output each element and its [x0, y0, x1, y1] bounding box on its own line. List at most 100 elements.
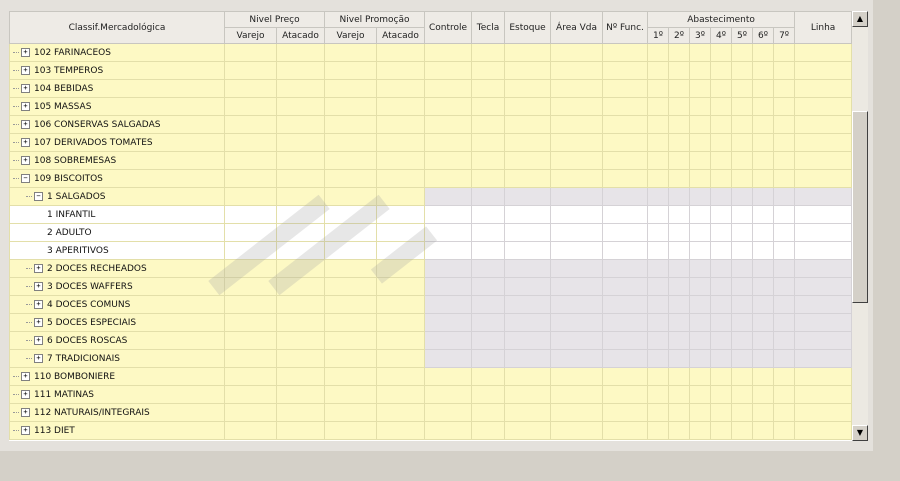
data-cell[interactable]	[689, 133, 712, 152]
data-cell[interactable]	[602, 313, 649, 332]
data-cell[interactable]	[668, 151, 691, 170]
table-row[interactable]: +7 TRADICIONAIS	[9, 349, 852, 368]
row-name-cell[interactable]: +2 DOCES RECHEADOS	[9, 259, 225, 278]
data-cell[interactable]	[376, 151, 426, 170]
data-cell[interactable]	[773, 349, 796, 368]
scroll-thumb[interactable]	[852, 111, 868, 303]
data-cell[interactable]	[689, 151, 712, 170]
data-cell[interactable]	[794, 331, 852, 350]
row-name-cell[interactable]: +110 BOMBONIERE	[9, 367, 225, 386]
col-header-day-1[interactable]: 1º	[647, 27, 670, 44]
data-cell[interactable]	[668, 223, 691, 242]
data-cell[interactable]	[471, 61, 506, 80]
col-header-tecla[interactable]: Tecla	[471, 11, 506, 44]
data-cell[interactable]	[668, 277, 691, 296]
data-cell[interactable]	[710, 43, 733, 62]
data-cell[interactable]	[424, 259, 473, 278]
expand-icon[interactable]: +	[21, 425, 30, 435]
data-cell[interactable]	[602, 385, 649, 404]
data-cell[interactable]	[471, 151, 506, 170]
data-cell[interactable]	[668, 97, 691, 116]
data-cell[interactable]	[550, 241, 604, 260]
data-cell[interactable]	[504, 421, 552, 440]
data-cell[interactable]	[794, 187, 852, 206]
data-cell[interactable]	[471, 187, 506, 206]
data-cell[interactable]	[504, 43, 552, 62]
data-cell[interactable]	[471, 241, 506, 260]
data-cell[interactable]	[731, 331, 754, 350]
data-cell[interactable]	[376, 61, 426, 80]
data-cell[interactable]	[224, 403, 277, 422]
data-cell[interactable]	[324, 79, 378, 98]
data-cell[interactable]	[424, 133, 473, 152]
data-cell[interactable]	[773, 205, 796, 224]
data-cell[interactable]	[794, 169, 852, 188]
data-cell[interactable]	[224, 151, 277, 170]
data-cell[interactable]	[689, 313, 712, 332]
table-row[interactable]: +106 CONSERVAS SALGADAS	[9, 115, 852, 134]
data-cell[interactable]	[504, 349, 552, 368]
data-cell[interactable]	[731, 313, 754, 332]
data-cell[interactable]	[471, 349, 506, 368]
data-cell[interactable]	[668, 187, 691, 206]
data-cell[interactable]	[731, 205, 754, 224]
data-cell[interactable]	[731, 421, 754, 440]
expand-icon[interactable]: +	[34, 317, 43, 327]
data-cell[interactable]	[602, 151, 649, 170]
vertical-scrollbar[interactable]: ▲ ▼	[852, 11, 868, 441]
data-cell[interactable]	[647, 367, 670, 386]
data-cell[interactable]	[773, 313, 796, 332]
col-header-day-6[interactable]: 6º	[752, 27, 775, 44]
data-cell[interactable]	[424, 421, 473, 440]
col-header-estoque[interactable]: Estoque	[504, 11, 552, 44]
data-cell[interactable]	[324, 331, 378, 350]
data-cell[interactable]	[602, 133, 649, 152]
data-cell[interactable]	[550, 259, 604, 278]
data-cell[interactable]	[794, 79, 852, 98]
expand-icon[interactable]: +	[34, 281, 43, 291]
data-cell[interactable]	[224, 187, 277, 206]
data-cell[interactable]	[647, 133, 670, 152]
data-cell[interactable]	[376, 169, 426, 188]
data-cell[interactable]	[424, 97, 473, 116]
data-cell[interactable]	[689, 331, 712, 350]
data-cell[interactable]	[689, 97, 712, 116]
scroll-down-button[interactable]: ▼	[852, 425, 868, 441]
data-cell[interactable]	[752, 313, 775, 332]
data-cell[interactable]	[224, 367, 277, 386]
data-cell[interactable]	[710, 115, 733, 134]
data-cell[interactable]	[731, 223, 754, 242]
data-cell[interactable]	[689, 187, 712, 206]
col-header-area-vda[interactable]: Área Vda	[550, 11, 604, 44]
data-cell[interactable]	[773, 61, 796, 80]
data-cell[interactable]	[794, 421, 852, 440]
data-cell[interactable]	[773, 133, 796, 152]
data-cell[interactable]	[731, 367, 754, 386]
expand-icon[interactable]: +	[21, 83, 30, 93]
data-cell[interactable]	[471, 259, 506, 278]
data-cell[interactable]	[710, 313, 733, 332]
data-cell[interactable]	[602, 79, 649, 98]
data-cell[interactable]	[710, 61, 733, 80]
data-cell[interactable]	[504, 133, 552, 152]
data-cell[interactable]	[731, 43, 754, 62]
data-cell[interactable]	[224, 115, 277, 134]
data-cell[interactable]	[275, 385, 326, 404]
data-cell[interactable]	[668, 205, 691, 224]
data-cell[interactable]	[752, 331, 775, 350]
data-cell[interactable]	[647, 331, 670, 350]
data-cell[interactable]	[731, 187, 754, 206]
data-cell[interactable]	[224, 421, 277, 440]
data-cell[interactable]	[710, 241, 733, 260]
data-cell[interactable]	[710, 169, 733, 188]
data-cell[interactable]	[471, 223, 506, 242]
data-cell[interactable]	[647, 241, 670, 260]
data-cell[interactable]	[504, 259, 552, 278]
row-name-cell[interactable]: +103 TEMPEROS	[9, 61, 225, 80]
data-cell[interactable]	[689, 295, 712, 314]
data-cell[interactable]	[376, 367, 426, 386]
data-cell[interactable]	[794, 115, 852, 134]
expand-icon[interactable]: +	[21, 389, 30, 399]
expand-icon[interactable]: +	[21, 155, 30, 165]
data-cell[interactable]	[602, 205, 649, 224]
